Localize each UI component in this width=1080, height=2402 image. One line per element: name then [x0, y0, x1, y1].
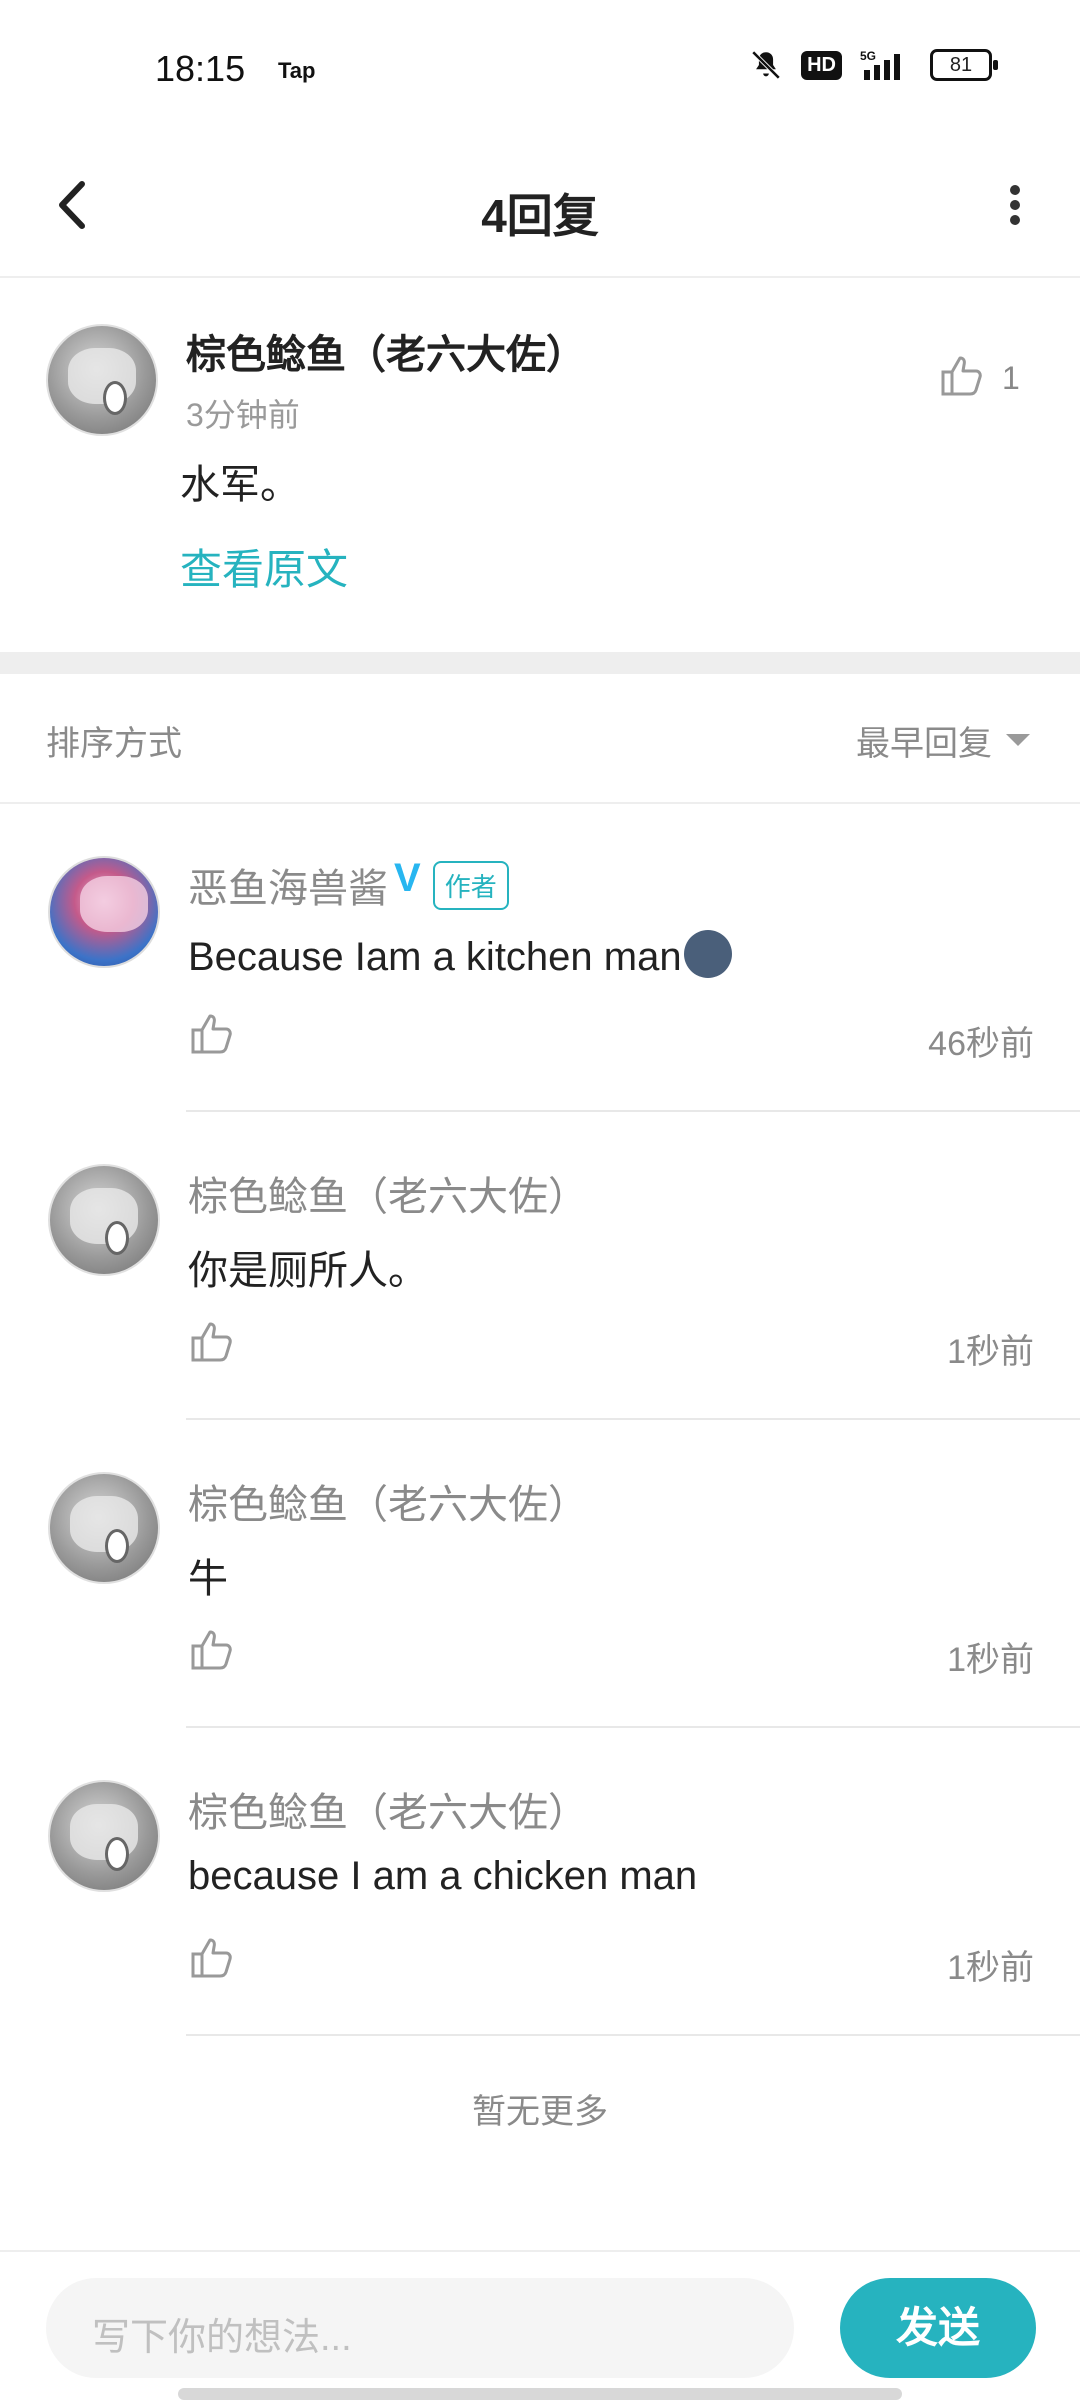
reply-author[interactable]: 恶鱼海兽酱: [188, 867, 388, 911]
reply-time: 46秒前: [928, 1025, 1034, 1063]
reply-author[interactable]: 棕色鲶鱼（老六大佐）: [188, 1780, 588, 1838]
more-vertical-icon[interactable]: [980, 170, 1050, 240]
section-divider: [0, 652, 1080, 674]
thumbs-up-icon[interactable]: [188, 1626, 236, 1674]
input-placeholder: 写下你的想法...: [92, 2317, 352, 2359]
no-more-text: 暂无更多: [472, 2093, 608, 2131]
reply-item: 棕色鲶鱼（老六大佐） because I am a chicken man 1秒…: [0, 1728, 1080, 2036]
battery-indicator: 81: [930, 49, 998, 81]
verified-badge-icon: V: [394, 856, 421, 900]
comment-input[interactable]: 写下你的想法...: [46, 2278, 794, 2378]
page-title: 4回复: [481, 190, 599, 242]
top-nav: 4回复: [0, 140, 1080, 278]
sort-bar: 排序方式 最早回复: [0, 674, 1080, 804]
reply-text: because I am a chicken man: [188, 1854, 698, 1898]
comment-author[interactable]: 棕色鲶鱼（老六大佐）: [186, 322, 586, 380]
author-tag: 作者: [432, 861, 509, 910]
avatar[interactable]: [48, 1780, 160, 1892]
avatar[interactable]: [46, 324, 158, 436]
bell-off-icon: [751, 50, 781, 80]
thumbs-up-icon[interactable]: [188, 1318, 236, 1366]
status-icons: HD 5G 81: [749, 48, 998, 82]
home-indicator[interactable]: [178, 2388, 902, 2400]
view-original-link[interactable]: 查看原文: [180, 536, 348, 597]
reply-time: 1秒前: [947, 1333, 1034, 1371]
reply-time: 1秒前: [947, 1949, 1034, 1987]
sort-label: 排序方式: [46, 725, 182, 763]
caret-down-icon[interactable]: [1006, 734, 1030, 746]
reply-item: 棕色鲶鱼（老六大佐） 你是厕所人。 1秒前: [0, 1112, 1080, 1420]
avatar[interactable]: [48, 1472, 160, 1584]
sort-dropdown[interactable]: 最早回复: [856, 716, 992, 765]
reply-author[interactable]: 棕色鲶鱼（老六大佐）: [188, 1164, 588, 1222]
reply-item: 恶鱼海兽酱 V 作者 Because Iam a kitchen man 46秒前: [0, 804, 1080, 1112]
svg-text:5G: 5G: [860, 49, 876, 63]
reply-time: 1秒前: [947, 1641, 1034, 1679]
reply-text-line: Because Iam a kitchen man: [188, 930, 732, 980]
send-button[interactable]: 发送: [840, 2278, 1036, 2378]
reply-author-line: 恶鱼海兽酱 V 作者: [188, 856, 509, 914]
divider: [186, 2034, 1080, 2036]
thumbs-up-icon[interactable]: [188, 1934, 236, 1982]
status-time: 18:15: [155, 48, 246, 89]
avatar[interactable]: [48, 856, 160, 968]
tap-app-icon: Tap: [278, 58, 316, 83]
hd-indicator: HD: [801, 50, 842, 80]
thumbs-up-icon[interactable]: [188, 1010, 236, 1058]
comment-composer: 写下你的想法... 发送: [0, 2250, 1080, 2402]
status-bar: 18:15 Tap HD 5G 81: [0, 0, 1080, 140]
like-count: 1: [1002, 360, 1020, 396]
comment-content: 水军。: [180, 463, 300, 507]
reply-text: Because Iam a kitchen man: [188, 935, 682, 979]
thumbs-up-icon[interactable]: [938, 352, 986, 400]
comment-time: 3分钟前: [186, 397, 300, 433]
signal-icon: 5G: [860, 49, 900, 80]
moon-face-emoji-icon: [683, 930, 732, 978]
reply-text: 牛: [188, 1557, 228, 1601]
reply-item: 棕色鲶鱼（老六大佐） 牛 1秒前: [0, 1420, 1080, 1728]
avatar[interactable]: [48, 1164, 160, 1276]
reply-author[interactable]: 棕色鲶鱼（老六大佐）: [188, 1472, 588, 1530]
reply-text: 你是厕所人。: [188, 1249, 428, 1293]
